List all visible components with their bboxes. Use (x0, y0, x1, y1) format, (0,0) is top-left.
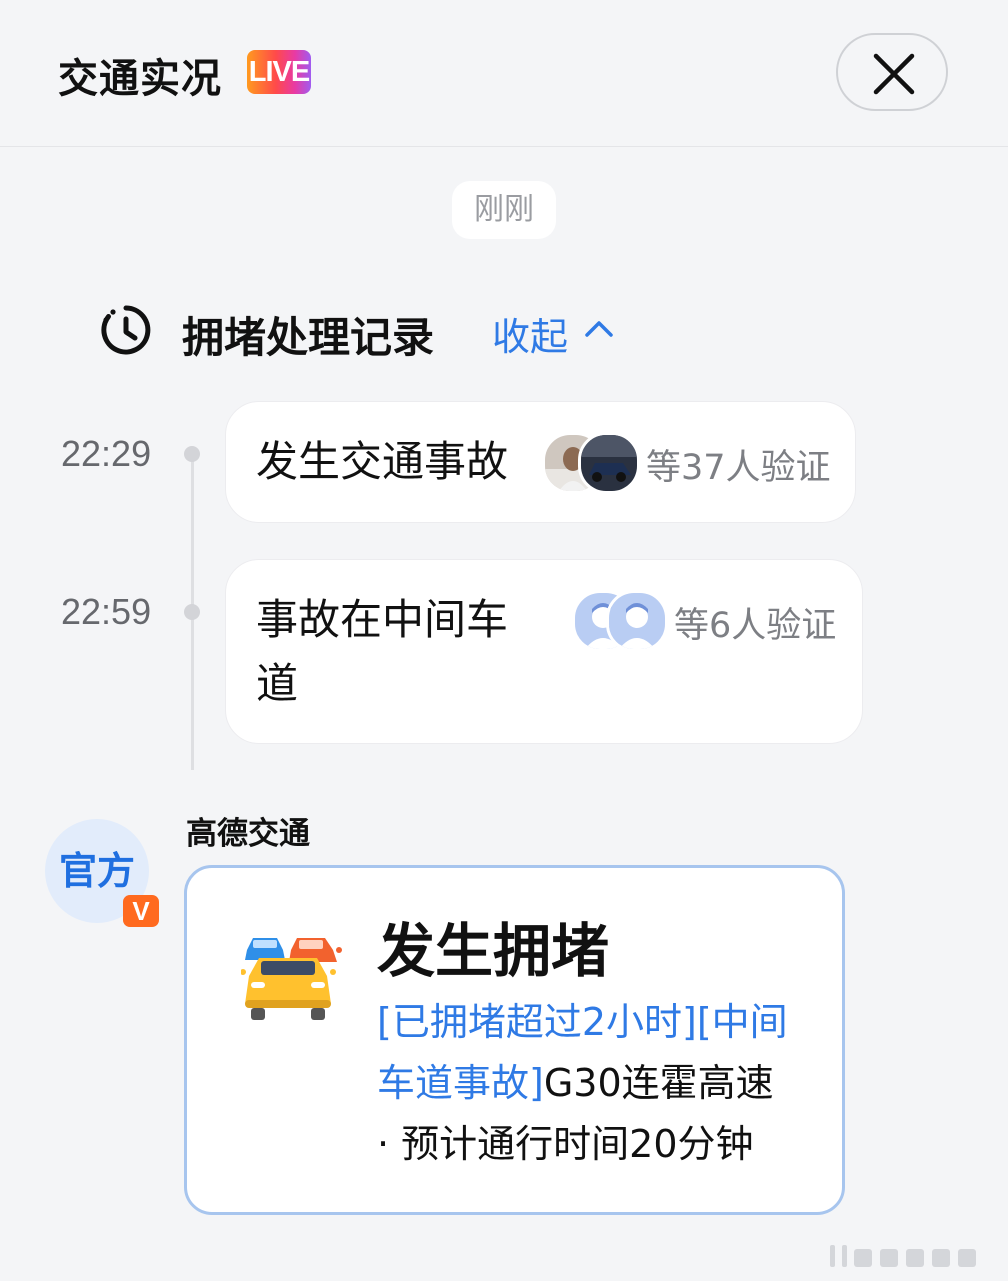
timeline-card[interactable]: 发生交通事故 等37人验证 (225, 401, 856, 523)
timeline-dot (184, 446, 200, 462)
record-title: 拥堵处理记录 (182, 313, 435, 362)
page-header: 交通实况 LIVE (0, 0, 1008, 147)
traffic-jam-cars-icon (241, 938, 342, 1020)
notice-tag: [已拥堵超过2小时] (377, 1000, 697, 1044)
timeline-time: 22:29 (61, 433, 152, 474)
notice-title: 发生拥堵 (377, 917, 610, 985)
verify-count: 等37人验证 (646, 448, 831, 488)
close-icon (873, 53, 915, 95)
timestamp-pill: 刚刚 (452, 181, 556, 239)
timeline-event: 事故在中间车 (256, 595, 509, 644)
notice-eta: · 预计通行时间20分钟 (377, 1122, 754, 1166)
default-user-avatar[interactable] (606, 590, 668, 652)
timeline-card[interactable]: 事故在中间车 道 等6人验证 (225, 559, 863, 744)
timeline-time: 22:59 (61, 591, 152, 632)
timeline-dot (184, 604, 200, 620)
notice-body: [已拥堵超过2小时][中间车道事故]G30连霍高速 (377, 992, 817, 1114)
source-name: 高德交通 (186, 816, 310, 852)
history-clock-icon (101, 305, 151, 355)
verify-count: 等6人验证 (674, 606, 837, 646)
chevron-up-icon (585, 321, 613, 337)
car-photo-avatar[interactable] (578, 432, 640, 494)
timeline-event: 发生交通事故 (256, 437, 509, 486)
live-badge: LIVE (247, 50, 311, 94)
watermark-mark (830, 1245, 976, 1267)
page-title: 交通实况 (58, 56, 222, 102)
verified-badge: V (123, 895, 159, 927)
notice-road: G30连霍高速 (543, 1061, 774, 1105)
collapse-toggle[interactable]: 收起 (492, 306, 613, 361)
collapse-label: 收起 (492, 315, 569, 359)
official-notice-card[interactable]: 发生拥堵 [已拥堵超过2小时][中间车道事故]G30连霍高速 · 预计通行时间2… (184, 865, 845, 1215)
timeline-event-continued: 道 (256, 659, 299, 708)
close-button[interactable] (836, 33, 948, 111)
